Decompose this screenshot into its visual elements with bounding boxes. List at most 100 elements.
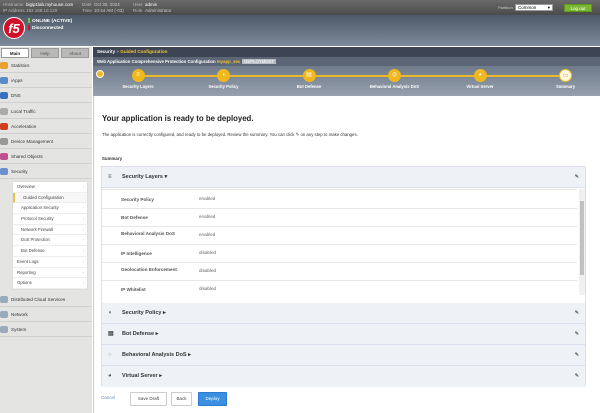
submenu-item[interactable]: Network Firewall › <box>13 225 87 236</box>
hostname-label: Hostname <box>3 2 24 7</box>
sidebar-item[interactable]: DNS <box>0 88 92 104</box>
sidebar-item[interactable]: System <box>0 322 92 338</box>
nav-icon <box>0 107 8 115</box>
section-virtual-server[interactable]: ◕ Virtual Server ▸ ✎ <box>102 366 585 387</box>
tab-main[interactable]: Main <box>1 48 29 58</box>
nav-icon <box>0 326 8 334</box>
config-tag: DEPLOYMENT <box>242 59 276 64</box>
tab-about[interactable]: About <box>61 48 89 58</box>
nav-label: Network <box>11 312 28 318</box>
chevron-right-icon: › <box>82 237 84 243</box>
sidebar-item[interactable]: Local Traffic <box>0 104 92 119</box>
cancel-button[interactable]: Cancel <box>101 392 116 406</box>
nav-icon <box>0 311 8 319</box>
breadcrumb-security[interactable]: Security <box>97 49 115 54</box>
tab-help[interactable]: Help <box>31 48 59 58</box>
chevron-down-icon: ▾ <box>547 5 550 10</box>
summary-panel: ≡ Security Layers ▾ ✎ Security Policy enabl… <box>101 166 586 387</box>
caret-down-icon: ▾ <box>164 174 168 180</box>
description-text: The application is correctly configured,… <box>102 132 295 137</box>
sidebar-item[interactable]: iApps <box>0 73 92 89</box>
time: 10:44 AM (-03) <box>94 8 124 13</box>
nav-label: DNS <box>11 93 21 99</box>
submenu-label: Application Security <box>21 205 59 211</box>
section-security-policy[interactable]: ◖ Security Policy ▸ ✎ <box>102 303 585 324</box>
nav-label: System <box>11 327 27 333</box>
nav-icon <box>0 168 8 176</box>
sidebar-item[interactable]: Security <box>0 164 92 180</box>
edit-icon[interactable]: ✎ <box>575 345 579 365</box>
nav-label: iApps <box>11 78 23 84</box>
layer-name: Bot Defense <box>121 215 148 220</box>
logout-button[interactable]: Log out <box>564 4 592 12</box>
edit-icon[interactable]: ✎ <box>575 324 579 344</box>
hostname: bigip1lab.myhouse.com <box>26 2 74 7</box>
section-title: Bot Defense <box>122 331 155 337</box>
layer-name: IP Intelligence <box>121 251 152 256</box>
config-title: Web Application Comprehensive Protection… <box>97 59 216 64</box>
wizard-step[interactable]: ◎ Behavioral Analysis DoS <box>355 69 435 89</box>
submenu-item[interactable]: DoS Protection › <box>13 235 87 247</box>
save-draft-button[interactable]: Save Draft <box>130 392 167 406</box>
step-label: Bot Defense <box>296 84 322 89</box>
config-title-bar: Web Application Comprehensive Protection… <box>93 57 600 66</box>
status-sync: Disconnected <box>28 25 63 31</box>
submenu-item[interactable]: Bot Defense › <box>13 246 87 257</box>
edit-icon[interactable]: ✎ <box>575 167 579 187</box>
submenu-label: Options <box>17 280 32 286</box>
submenu-item[interactable]: Protocol Security › <box>13 214 87 225</box>
sidebar-item[interactable]: Network <box>0 307 92 323</box>
submenu-item[interactable]: Event Logs › <box>13 257 87 268</box>
deploy-button[interactable]: Deploy <box>198 392 227 406</box>
layer-name: Security Policy <box>121 197 154 202</box>
wizard-step[interactable]: ▭ Summary <box>526 69 600 89</box>
description: The application is correctly configured,… <box>102 132 358 138</box>
step-icon: ◖ <box>217 69 230 82</box>
scrollbar[interactable] <box>579 189 585 295</box>
edit-icon[interactable]: ✎ <box>575 366 579 386</box>
status-online-text: ONLINE (ACTIVE) <box>32 18 73 24</box>
submenu-item[interactable]: Application Security › <box>13 203 87 215</box>
section-security-layers[interactable]: ≡ Security Layers ▾ ✎ <box>102 167 585 188</box>
sidebar-item[interactable]: Acceleration <box>0 119 92 134</box>
user-label: User <box>133 2 143 7</box>
back-button[interactable]: Back <box>171 392 192 406</box>
submenu-item[interactable]: Reporting › <box>13 268 87 279</box>
scrollbar-thumb[interactable] <box>580 201 584 275</box>
wizard-step[interactable]: ≡ Security Layers <box>98 69 178 89</box>
layer-status: enabled <box>199 196 216 201</box>
submenu-item[interactable]: Overview › <box>13 182 87 193</box>
section-bot-defense[interactable]: ▤ Bot Defense ▸ ✎ <box>102 324 585 345</box>
step-label: Behavioral Analysis DoS <box>369 84 420 89</box>
step-icon: ◎ <box>388 69 401 82</box>
layer-status: disabled <box>199 286 217 291</box>
wizard-step[interactable]: ◖ Security Policy <box>184 69 264 89</box>
partition-select[interactable]: Common ▾ <box>515 4 553 11</box>
submenu-item[interactable]: Options › <box>13 278 87 289</box>
sidebar-item[interactable]: Device Management <box>0 134 92 149</box>
step-label: Virtual Server <box>466 84 494 89</box>
caret-right-icon: ▸ <box>159 373 162 379</box>
section-title: Security Layers <box>122 174 163 180</box>
submenu-label: Overview <box>17 184 35 189</box>
submenu-item[interactable]: Guided Configuration <box>13 192 87 204</box>
layer-status: enabled <box>199 232 216 237</box>
chevron-right-icon: › <box>82 205 84 211</box>
breadcrumb-current: Guided Configuration <box>120 49 168 54</box>
wizard-step[interactable]: ◕ Virtual Server <box>440 69 520 89</box>
sidebar-item[interactable]: Distributed Cloud Services <box>0 292 92 307</box>
wizard-step[interactable]: ▤ Bot Defense <box>269 69 349 89</box>
layer-status: disabled <box>199 250 217 255</box>
nav-icon <box>0 138 8 145</box>
config-app-name: myapp_sec <box>216 59 241 64</box>
layer-status: enabled <box>199 214 216 219</box>
sidebar-item[interactable]: Shared Objects <box>0 149 92 165</box>
section-behavioral-dos[interactable]: ○ Behavioral Analysis DoS ▸ ✎ <box>102 345 585 366</box>
date-label: Date <box>82 2 92 7</box>
layer-row: Geolocation Enforcement disabled <box>102 263 577 281</box>
date: Oct 30, 2024 <box>94 2 120 7</box>
nav-label: Local Traffic <box>11 108 36 114</box>
layer-row: Bot Defense enabled <box>102 209 577 227</box>
sidebar-item[interactable]: Statistics <box>0 58 92 73</box>
edit-icon[interactable]: ✎ <box>575 303 579 323</box>
